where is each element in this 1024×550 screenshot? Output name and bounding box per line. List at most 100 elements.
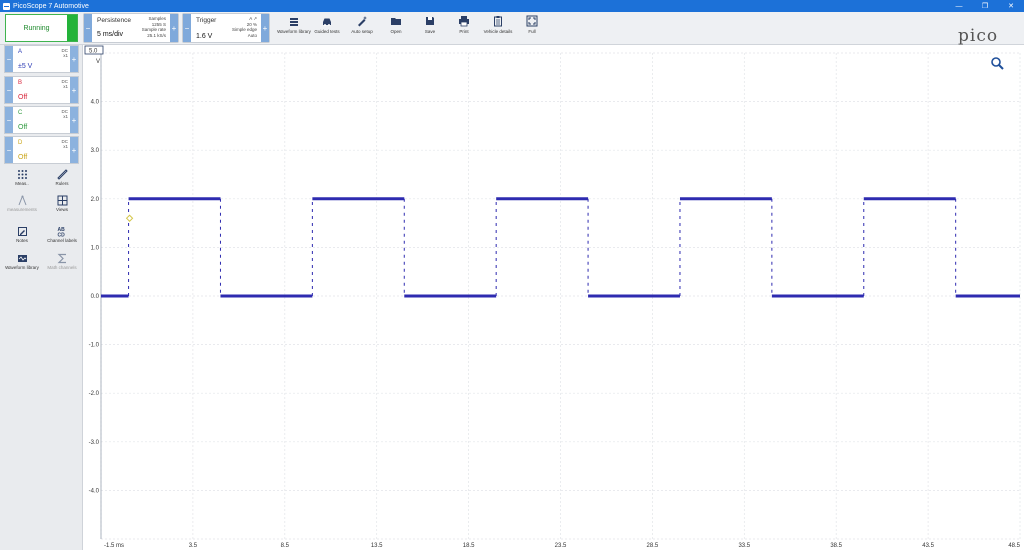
x-tick-label: 48.5 xyxy=(1008,543,1020,549)
channel-c-coupling: DC x1 xyxy=(61,109,69,119)
channel-d-increase-button[interactable]: + xyxy=(70,137,78,163)
channel-a-range[interactable]: ±5 V xyxy=(18,63,32,70)
measurements-button[interactable]: Meas.. xyxy=(3,169,41,191)
timebase-group: − Persistence 5 ms/div Samples 1255 S Sa… xyxy=(83,13,179,43)
trigger-info: A ↗ 20 % Simple edge Auto xyxy=(232,16,257,38)
trigger-level[interactable]: 1.6 V xyxy=(196,33,212,40)
trigger-marker[interactable] xyxy=(125,214,134,222)
sigma-icon xyxy=(57,253,66,264)
channel-labels-label: Channel labels xyxy=(47,238,77,243)
zoom-button[interactable] xyxy=(991,57,1004,70)
channel-a-increase-button[interactable]: + xyxy=(70,46,78,72)
sample-rate-value: 25.1 kS/s xyxy=(147,32,166,38)
waveform-library-label: Waveform library xyxy=(277,29,311,34)
auto-setup-label: Auto setup xyxy=(351,29,373,34)
channel-c-control[interactable]: − C DC x1 Off + xyxy=(4,106,79,134)
channel-b-coupling: DC x1 xyxy=(61,79,69,89)
math-channels-button[interactable]: Math channels xyxy=(43,253,81,275)
channel-b-control[interactable]: − B DC x1 Off + xyxy=(4,76,79,104)
trigger-type: Simple edge xyxy=(231,27,257,32)
notes-label: Notes xyxy=(16,238,28,243)
views-label: Views xyxy=(56,207,68,212)
channel-labels-button[interactable]: AB CD Channel labels xyxy=(43,226,81,248)
window-title: PicoScope 7 Automotive xyxy=(13,2,89,10)
channel-a-name: A xyxy=(18,49,23,55)
minimize-button[interactable]: — xyxy=(946,0,972,12)
open-label: Open xyxy=(390,29,402,34)
clipboard-icon xyxy=(494,16,502,27)
waveform-library-icon xyxy=(17,255,27,262)
run-status-label: Running xyxy=(23,24,50,32)
persistence-label[interactable]: Persistence xyxy=(97,17,131,24)
trigger-decrease-button[interactable]: − xyxy=(183,14,191,42)
channel-d-control[interactable]: − D DC x1 Off + xyxy=(4,136,79,164)
compass-icon xyxy=(18,195,26,206)
channel-labels-icon: ABCD xyxy=(57,227,65,237)
trigger-increase-button[interactable]: + xyxy=(261,14,269,42)
y-tick-label: 0.0 xyxy=(91,294,100,300)
channel-a-control[interactable]: − A DC x1 ±5 V + xyxy=(4,45,79,73)
channel-b-name: B xyxy=(18,80,23,86)
channel-c-range[interactable]: Off xyxy=(18,124,27,131)
ruler-icon xyxy=(56,169,68,180)
guided-tests-button[interactable]: Guided tests xyxy=(307,13,347,43)
notes-button[interactable]: Notes xyxy=(3,226,41,248)
print-icon xyxy=(459,16,469,27)
timebase-value[interactable]: 5 ms/div xyxy=(97,31,123,38)
car-icon xyxy=(323,18,331,26)
waveform-library-side-button[interactable]: Waveform library xyxy=(3,253,41,275)
vehicle-details-label: Vehicle details xyxy=(483,29,513,34)
zoom-icon-handle xyxy=(998,64,1004,70)
x-tick-label: 8.5 xyxy=(281,543,290,549)
channel-d-decrease-button[interactable]: − xyxy=(5,137,13,163)
y-tick-label: -4.0 xyxy=(89,488,100,494)
channel-a-decrease-button[interactable]: − xyxy=(5,46,13,72)
y-tick-label: 4.0 xyxy=(91,100,100,106)
channel-c-decrease-button[interactable]: − xyxy=(5,107,13,133)
scope-view[interactable]: 4.0 3.0 2.0 1.0 0.0 -1.0 -2.0 -3.0 -4.0 -1.5 ms 3… xyxy=(83,45,1024,550)
full-screen-button[interactable]: Full xyxy=(512,13,552,43)
math-channels-label: Math channels xyxy=(47,265,77,270)
channel-d-range[interactable]: Off xyxy=(18,154,27,161)
save-label: Save xyxy=(424,29,436,34)
timebase-decrease-button[interactable]: − xyxy=(84,14,92,42)
run-stop-button[interactable]: Running xyxy=(5,14,78,42)
sample-rate-label: Sample rate xyxy=(141,27,166,32)
x-tick-label: 13.5 xyxy=(371,543,383,549)
scope-graph[interactable]: 4.0 3.0 2.0 1.0 0.0 -1.0 -2.0 -3.0 -4.0 -1.5 ms 3… xyxy=(83,45,1024,550)
samples-info: Samples 1255 S Sample rate 25.1 kS/s xyxy=(142,16,166,38)
channel-b-increase-button[interactable]: + xyxy=(70,77,78,103)
title-bar: PicoScope 7 Automotive — ❐ ✕ xyxy=(0,0,1024,12)
guided-tests-label: Guided tests xyxy=(314,29,340,34)
views-button[interactable]: Views xyxy=(43,195,81,217)
channel-panel: − A DC x1 ±5 V + − B DC x1 Off + − C DC x1 … xyxy=(0,45,83,550)
y-tick-label: 3.0 xyxy=(91,148,100,154)
trigger-label[interactable]: Trigger xyxy=(196,17,216,24)
channel-c-name: C xyxy=(18,110,23,116)
x-axis-ticks: -1.5 ms 3.5 8.5 13.5 18.5 23.5 28.5 33.5 38.5 43.… xyxy=(104,543,1021,549)
channel-d-name: D xyxy=(18,140,23,146)
x-tick-label: 38.5 xyxy=(830,543,842,549)
measurements-compass-button[interactable]: measurements xyxy=(3,195,41,217)
run-indicator xyxy=(67,15,77,41)
restore-button[interactable]: ❐ xyxy=(972,0,998,12)
trigger-group: − Trigger 1.6 V A ↗ 20 % Simple edge Aut… xyxy=(182,13,270,43)
save-icon xyxy=(426,17,434,25)
y-range-label: 5.0 xyxy=(89,49,98,55)
channel-c-increase-button[interactable]: + xyxy=(70,107,78,133)
folder-icon xyxy=(391,18,401,25)
y-tick-label: -2.0 xyxy=(89,391,100,397)
waveform-library-side-label: Waveform library xyxy=(5,265,39,270)
channel-b-decrease-button[interactable]: − xyxy=(5,77,13,103)
channel-b-range[interactable]: Off xyxy=(18,94,27,101)
fullscreen-icon xyxy=(526,15,538,27)
y-range-box[interactable]: 5.0 xyxy=(84,45,104,55)
y-tick-label: -3.0 xyxy=(89,440,100,446)
x-tick-label: -1.5 ms xyxy=(104,543,124,549)
timebase-increase-button[interactable]: + xyxy=(170,14,178,42)
full-label: Full xyxy=(528,29,536,34)
rulers-button[interactable]: Rulers xyxy=(43,169,81,191)
x-tick-label: 18.5 xyxy=(463,543,475,549)
measurements-grid-icon xyxy=(17,170,27,179)
close-button[interactable]: ✕ xyxy=(998,0,1024,12)
